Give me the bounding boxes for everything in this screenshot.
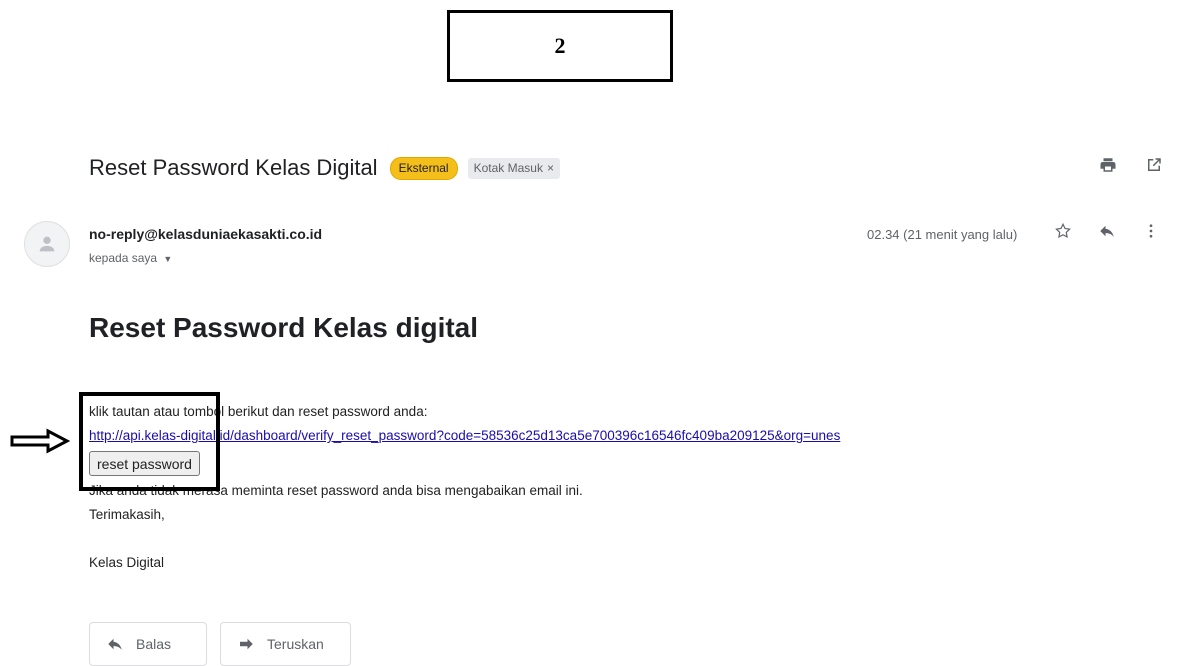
- reply-button[interactable]: Balas: [89, 622, 207, 666]
- signature: Kelas Digital: [89, 555, 165, 570]
- forward-label: Teruskan: [267, 636, 324, 652]
- reply-icon[interactable]: [1098, 222, 1116, 240]
- sender-avatar: [24, 221, 70, 267]
- subject-row: Reset Password Kelas Digital Eksternal K…: [89, 150, 560, 186]
- intro-text: klik tautan atau tombol berikut dan rese…: [89, 404, 428, 419]
- reset-password-link[interactable]: http://api.kelas-digital.id/dashboard/ve…: [89, 428, 840, 443]
- chevron-down-icon: ▼: [163, 254, 173, 264]
- sender-address: no-reply@kelasduniaekasakti.co.id: [89, 226, 323, 242]
- print-icon[interactable]: [1099, 156, 1117, 174]
- step-number: 2: [554, 33, 566, 58]
- email-subject: Reset Password Kelas Digital: [89, 155, 378, 180]
- reset-password-button[interactable]: reset password: [89, 451, 200, 476]
- thread-toolbar: [1099, 156, 1163, 174]
- recipient-dropdown[interactable]: kepada saya ▼: [89, 251, 172, 265]
- recipient-text: kepada saya: [89, 251, 158, 265]
- open-in-new-window-icon[interactable]: [1145, 156, 1163, 174]
- star-icon[interactable]: [1054, 222, 1072, 240]
- forward-icon: [240, 638, 253, 650]
- message-actions: [1054, 222, 1160, 240]
- inbox-label-text: Kotak Masuk: [473, 160, 543, 175]
- email-heading: Reset Password Kelas digital: [89, 312, 479, 343]
- ignore-note: Jika anda tidak merasa meminta reset pas…: [89, 483, 583, 498]
- inbox-label[interactable]: Kotak Masuk ×: [467, 157, 560, 179]
- thanks-text: Terimakasih,: [89, 507, 165, 522]
- step-number-box: 2: [447, 10, 673, 82]
- pointer-arrow-icon: [10, 428, 70, 454]
- reply-label: Balas: [136, 636, 172, 652]
- more-vertical-icon[interactable]: [1142, 222, 1160, 240]
- external-label[interactable]: Eksternal: [389, 156, 458, 180]
- forward-button[interactable]: Teruskan: [220, 622, 351, 666]
- remove-label-icon[interactable]: ×: [547, 160, 554, 177]
- reply-icon: [108, 638, 122, 650]
- email-time: 02.34 (21 menit yang lalu): [867, 227, 1018, 242]
